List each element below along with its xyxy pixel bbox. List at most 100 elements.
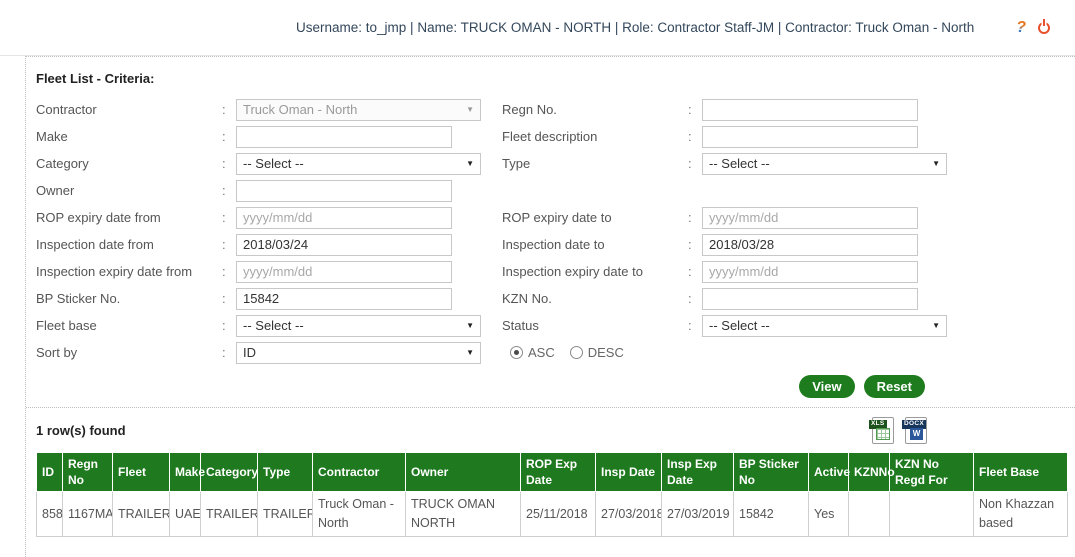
- export-docx-icon[interactable]: DOCX W: [902, 417, 927, 444]
- inspection-date-from-input[interactable]: [236, 233, 452, 256]
- colon: :: [222, 102, 226, 117]
- column-header-owner: Owner: [405, 451, 521, 493]
- logout-power-icon[interactable]: [1038, 21, 1050, 34]
- contractor-select[interactable]: Truck Oman - North ▼: [236, 98, 481, 121]
- export-xls-icon[interactable]: XLS: [869, 417, 894, 444]
- cell-kzn-no-regd-for: [889, 491, 974, 537]
- owner-input[interactable]: [236, 179, 452, 202]
- column-header-kznno: KZNNo: [848, 451, 895, 493]
- spreadsheet-glyph-icon: [876, 428, 890, 440]
- colon: :: [222, 183, 226, 198]
- category-select[interactable]: -- Select -- ▼: [236, 152, 481, 175]
- category-label: Category: [36, 156, 89, 171]
- sort-by-select-value: ID: [243, 345, 256, 360]
- inspection-date-from-label: Inspection date from: [36, 237, 154, 252]
- bp-sticker-no-input[interactable]: [236, 287, 452, 310]
- column-header-insp-exp-date: Insp Exp Date: [661, 451, 734, 493]
- help-icon[interactable]: ?: [1016, 19, 1026, 36]
- regn-no-label: Regn No.: [502, 102, 557, 117]
- status-select-value: -- Select --: [709, 318, 770, 333]
- rop-expiry-from-input[interactable]: [236, 206, 452, 229]
- reset-button[interactable]: Reset: [863, 375, 925, 398]
- inspection-expiry-to-input[interactable]: [702, 260, 918, 283]
- colon: :: [222, 291, 226, 306]
- asc-radio-label: ASC: [528, 345, 555, 360]
- column-header-id: ID: [36, 451, 63, 493]
- fleet-base-select[interactable]: -- Select -- ▼: [236, 314, 481, 337]
- make-label: Make: [36, 129, 68, 144]
- cell-contractor: Truck Oman - North: [312, 491, 406, 537]
- cell-make: UAE: [169, 491, 201, 537]
- colon: :: [688, 102, 692, 117]
- column-header-bp-sticker-no: BP Sticker No: [733, 451, 809, 493]
- column-header-type: Type: [257, 451, 313, 493]
- table-row: 8586 1167MA TRAILER UAE TRAILER TRAILER …: [36, 491, 1068, 537]
- colon: :: [222, 264, 226, 279]
- desc-radio[interactable]: [569, 346, 583, 359]
- contractor-label: Contractor: [36, 102, 97, 117]
- cell-fleet: TRAILER: [112, 491, 170, 537]
- section-divider: [26, 407, 1075, 408]
- colon: :: [688, 156, 692, 171]
- inspection-expiry-to-label: Inspection expiry date to: [502, 264, 643, 279]
- colon: :: [688, 291, 692, 306]
- word-glyph-icon: W: [910, 428, 923, 440]
- inspection-date-to-input[interactable]: [702, 233, 918, 256]
- column-header-contractor: Contractor: [312, 451, 406, 493]
- column-header-kzn-no-regd-for: KZN No Regd For: [889, 451, 974, 493]
- action-buttons: View Reset: [36, 375, 925, 398]
- results-count: 1 row(s) found: [36, 423, 126, 438]
- column-header-regn-no: Regn No: [62, 451, 113, 493]
- view-button[interactable]: View: [799, 375, 855, 398]
- criteria-form: Contractor : Truck Oman - North ▼ Regn N…: [36, 96, 1075, 366]
- colon: :: [222, 156, 226, 171]
- inspection-expiry-from-input[interactable]: [236, 260, 452, 283]
- colon: :: [688, 129, 692, 144]
- owner-label: Owner: [36, 183, 75, 198]
- colon: :: [688, 237, 692, 252]
- type-label: Type: [502, 156, 531, 171]
- cell-fleet-base: Non Khazzan based: [973, 491, 1068, 537]
- inspection-expiry-from-label: Inspection expiry date from: [36, 264, 193, 279]
- bp-sticker-no-label: BP Sticker No.: [36, 291, 121, 306]
- fleet-base-select-value: -- Select --: [243, 318, 304, 333]
- category-select-value: -- Select --: [243, 156, 304, 171]
- topbar-icons: ?: [1016, 19, 1050, 36]
- column-header-rop-exp-date: ROP Exp Date: [520, 451, 596, 493]
- fleet-list-panel: Fleet List - Criteria: Contractor : Truc…: [25, 56, 1075, 557]
- sort-by-label: Sort by: [36, 345, 78, 360]
- column-header-fleet-base: Fleet Base: [973, 451, 1068, 493]
- colon: :: [222, 318, 226, 333]
- column-header-fleet: Fleet: [112, 451, 170, 493]
- chevron-down-icon: ▼: [932, 321, 940, 330]
- contractor-select-value: Truck Oman - North: [243, 102, 358, 117]
- user-session-info: Username: to_jmp | Name: TRUCK OMAN - NO…: [296, 20, 975, 35]
- make-input[interactable]: [236, 125, 452, 148]
- results-bar: 1 row(s) found XLS DOCX W: [36, 417, 1075, 444]
- cell-bp-sticker-no: 15842: [733, 491, 809, 537]
- page-title: Fleet List - Criteria:: [36, 71, 155, 86]
- kzn-no-input[interactable]: [702, 287, 918, 310]
- chevron-down-icon: ▼: [466, 348, 474, 357]
- fleet-description-label: Fleet description: [502, 129, 598, 144]
- rop-expiry-to-input[interactable]: [702, 206, 918, 229]
- cell-type: TRAILER: [257, 491, 313, 537]
- colon: :: [222, 129, 226, 144]
- top-header-bar: Username: to_jmp | Name: TRUCK OMAN - NO…: [0, 0, 1075, 56]
- regn-no-input[interactable]: [702, 98, 918, 121]
- type-select[interactable]: -- Select -- ▼: [702, 152, 947, 175]
- column-header-insp-date: Insp Date: [595, 451, 662, 493]
- fleet-description-input[interactable]: [702, 125, 918, 148]
- sort-order-radio-group: ASC DESC: [502, 345, 948, 360]
- status-select[interactable]: -- Select -- ▼: [702, 314, 947, 337]
- chevron-down-icon: ▼: [466, 321, 474, 330]
- column-header-make: Make: [169, 451, 205, 493]
- cell-id: 8586: [36, 491, 63, 537]
- cell-category: TRAILER: [200, 491, 258, 537]
- table-header-row: ID Regn No Fleet Make Category Type Cont…: [36, 451, 1068, 493]
- sort-by-select[interactable]: ID ▼: [236, 341, 481, 364]
- type-select-value: -- Select --: [709, 156, 770, 171]
- cell-active: Yes: [808, 491, 849, 537]
- rop-expiry-from-label: ROP expiry date from: [36, 210, 161, 225]
- asc-radio[interactable]: [510, 346, 523, 359]
